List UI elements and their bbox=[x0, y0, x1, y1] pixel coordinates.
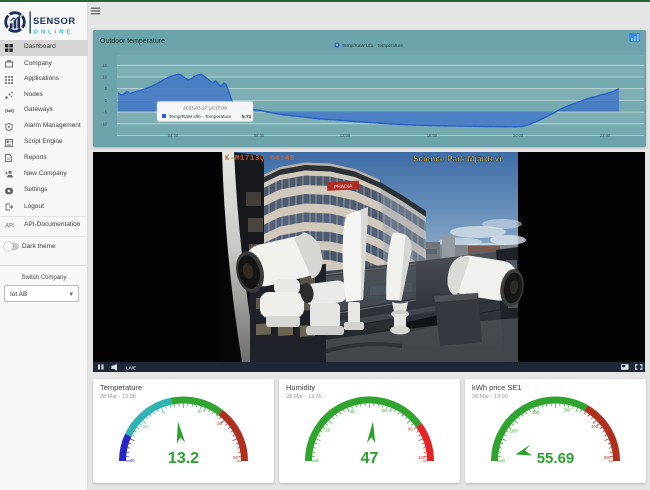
svg-text:16:00: 16:00 bbox=[427, 133, 438, 138]
svg-text:20: 20 bbox=[217, 421, 222, 426]
svg-text:20: 20 bbox=[325, 428, 330, 433]
svg-text:Outdoor temperature: Outdoor temperature bbox=[100, 38, 165, 45]
svg-text:500: 500 bbox=[604, 455, 612, 460]
svg-text:SENSOR: SENSOR bbox=[33, 15, 76, 26]
svg-text:-10: -10 bbox=[101, 121, 108, 126]
svg-text:Science Park Mjärdevi: Science Park Mjärdevi bbox=[413, 155, 502, 164]
svg-text:-20: -20 bbox=[141, 424, 148, 429]
svg-text:28 Mar - 13:35: 28 Mar - 13:35 bbox=[100, 394, 136, 400]
svg-text:400: 400 bbox=[591, 424, 599, 429]
svg-text:200: 200 bbox=[532, 410, 540, 415]
svg-text:100: 100 bbox=[418, 455, 426, 460]
svg-text:Temp/RaW Ufo - Temperature: Temp/RaW Ufo - Temperature bbox=[169, 114, 232, 119]
svg-text:API: API bbox=[5, 224, 14, 230]
svg-text:Temp/RaW Ufo - Temperature: Temp/RaW Ufo - Temperature bbox=[342, 43, 403, 48]
svg-text:15: 15 bbox=[102, 63, 107, 68]
svg-text:-40: -40 bbox=[128, 458, 135, 463]
svg-text:80: 80 bbox=[408, 426, 413, 431]
svg-text:04:00: 04:00 bbox=[168, 133, 179, 138]
svg-text:300: 300 bbox=[564, 407, 572, 412]
svg-text:10: 10 bbox=[197, 409, 202, 414]
svg-text:kWh price SE1: kWh price SE1 bbox=[472, 383, 522, 392]
svg-text:Temperature: Temperature bbox=[100, 383, 142, 392]
svg-text:10: 10 bbox=[102, 75, 107, 80]
svg-text:12:00: 12:00 bbox=[340, 133, 351, 138]
svg-text:40: 40 bbox=[350, 409, 355, 414]
svg-text:08:00: 08:00 bbox=[254, 133, 265, 138]
svg-text:PHADIA: PHADIA bbox=[334, 183, 354, 190]
svg-text:0: 0 bbox=[502, 458, 505, 463]
svg-text:47: 47 bbox=[361, 450, 379, 467]
svg-text:20:00: 20:00 bbox=[513, 133, 524, 138]
svg-text:2023-03-27 14:17:00: 2023-03-27 14:17:00 bbox=[183, 106, 227, 111]
svg-text:ONLINE: ONLINE bbox=[34, 30, 74, 36]
svg-text:Humidity: Humidity bbox=[286, 383, 315, 392]
svg-text:23:00: 23:00 bbox=[600, 133, 611, 138]
svg-text:5.71: 5.71 bbox=[242, 114, 252, 120]
svg-text:28 Mar - 13:00: 28 Mar - 13:00 bbox=[472, 394, 508, 400]
svg-text:60: 60 bbox=[382, 408, 387, 413]
svg-text:55.69: 55.69 bbox=[537, 450, 575, 467]
svg-text:0: 0 bbox=[162, 410, 165, 415]
svg-text:28 Mar - 13:35: 28 Mar - 13:35 bbox=[286, 394, 322, 400]
svg-text:13.2: 13.2 bbox=[168, 450, 199, 467]
svg-text:0: 0 bbox=[316, 458, 319, 463]
svg-text:50: 50 bbox=[233, 455, 238, 460]
svg-text:100: 100 bbox=[510, 429, 518, 434]
svg-text:K-M1713Q 04:4B: K-M1713Q 04:4B bbox=[225, 155, 295, 163]
svg-text:LIVE: LIVE bbox=[126, 366, 136, 371]
